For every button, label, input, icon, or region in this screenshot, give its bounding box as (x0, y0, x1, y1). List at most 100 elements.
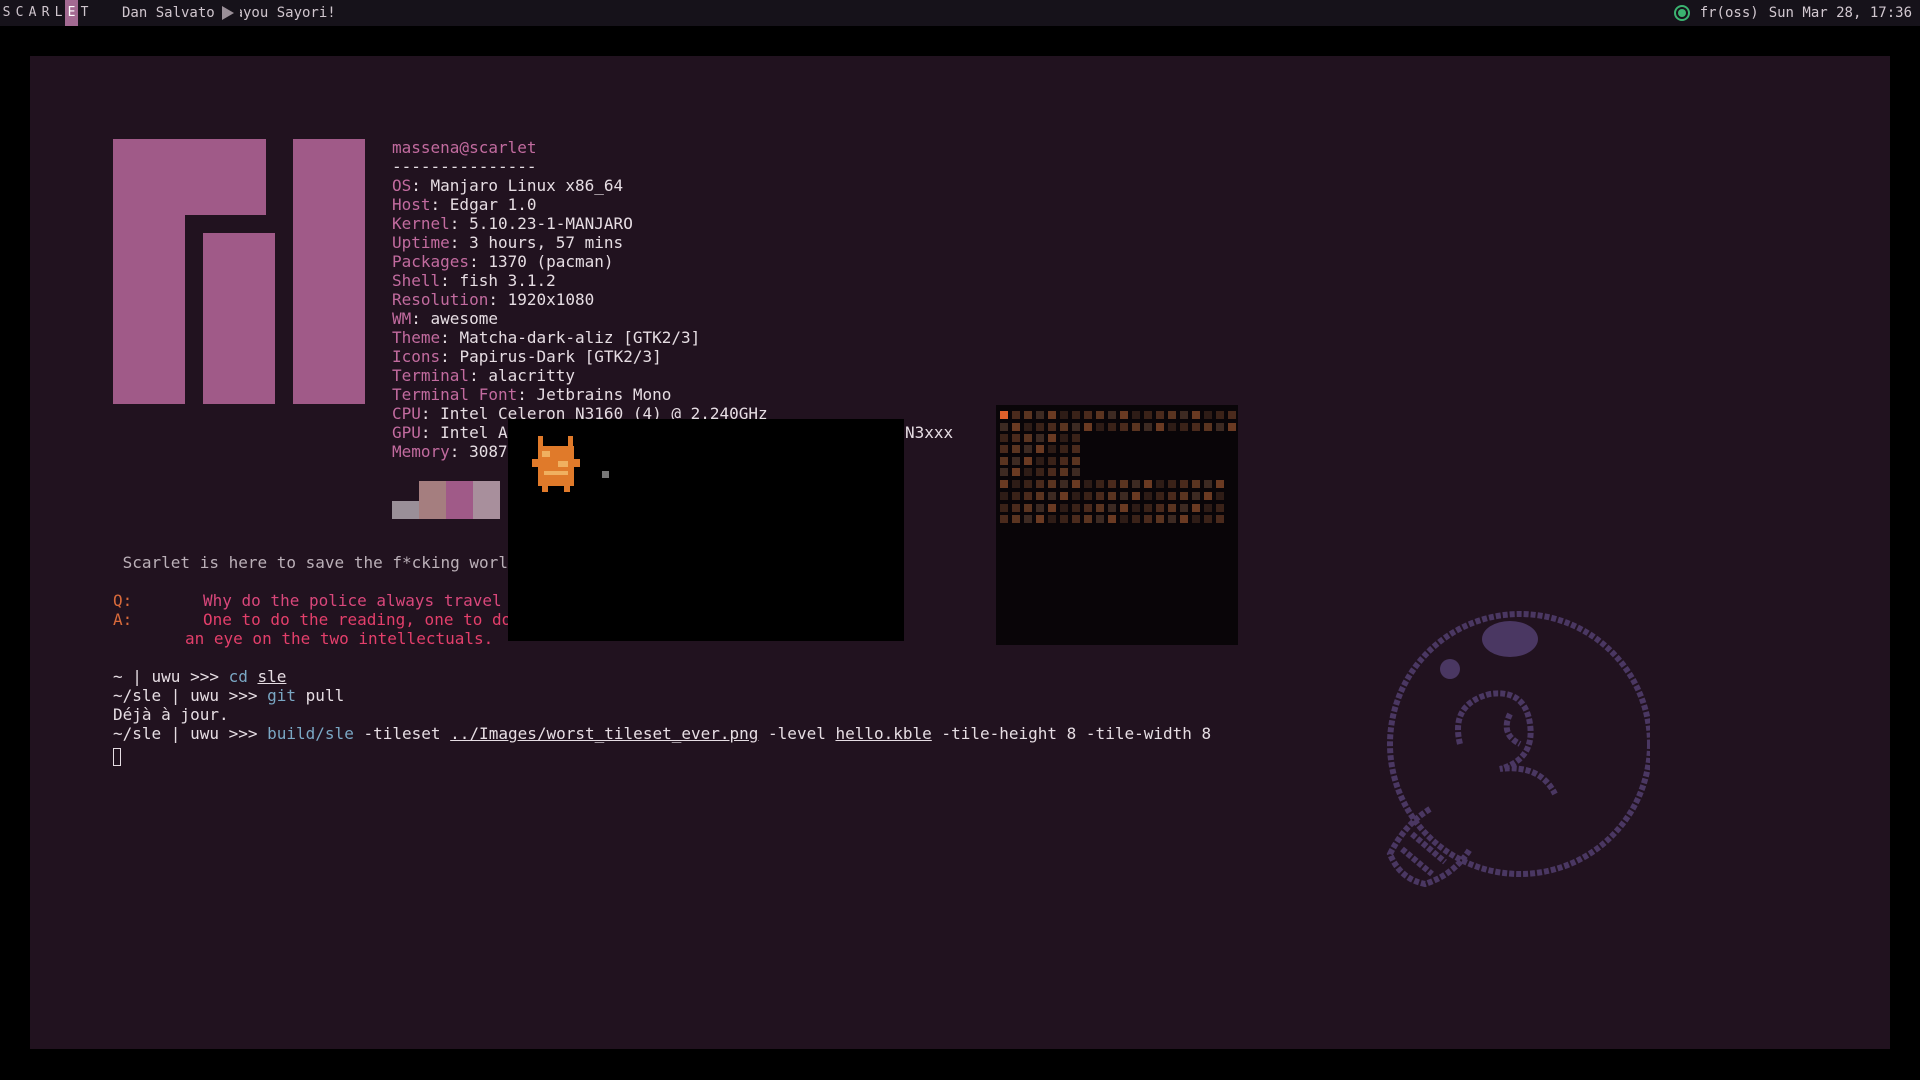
tile[interactable] (1012, 504, 1020, 512)
tile[interactable] (1012, 423, 1020, 431)
tile[interactable] (1132, 504, 1140, 512)
tile[interactable] (1024, 480, 1032, 488)
tile[interactable] (1024, 492, 1032, 500)
tile[interactable] (1036, 480, 1044, 488)
tile[interactable] (1048, 457, 1056, 465)
tile[interactable] (1144, 504, 1152, 512)
tile[interactable] (1192, 515, 1200, 523)
tile[interactable] (1120, 492, 1128, 500)
tile[interactable] (1180, 515, 1188, 523)
tile[interactable] (1204, 504, 1212, 512)
tile[interactable] (1024, 423, 1032, 431)
tile[interactable] (1024, 468, 1032, 476)
tile[interactable] (1120, 480, 1128, 488)
terminal-window[interactable]: massena@scarlet --------------- OS: Manj… (30, 56, 1890, 1049)
tile[interactable] (1060, 411, 1068, 419)
tile[interactable] (1144, 492, 1152, 500)
tile[interactable] (1012, 480, 1020, 488)
tile[interactable] (1036, 434, 1044, 442)
tileset-viewer-window[interactable] (996, 405, 1248, 645)
tile[interactable] (1144, 423, 1152, 431)
tile[interactable] (1192, 504, 1200, 512)
tile[interactable] (1060, 434, 1068, 442)
tile[interactable] (1180, 480, 1188, 488)
tile[interactable] (1180, 492, 1188, 500)
tile[interactable] (1012, 445, 1020, 453)
tile[interactable] (1084, 423, 1092, 431)
tile[interactable] (1000, 445, 1008, 453)
tile[interactable] (1048, 468, 1056, 476)
tile[interactable] (1120, 515, 1128, 523)
tile[interactable] (1036, 411, 1044, 419)
tile[interactable] (1192, 480, 1200, 488)
tile[interactable] (1156, 423, 1164, 431)
tile[interactable] (1156, 411, 1164, 419)
tile[interactable] (1072, 457, 1080, 465)
tile[interactable] (1132, 480, 1140, 488)
tag-3[interactable]: A (26, 0, 39, 26)
tile[interactable] (1084, 411, 1092, 419)
tile[interactable] (1048, 480, 1056, 488)
tile[interactable] (1192, 423, 1200, 431)
tile[interactable] (1120, 504, 1128, 512)
tile[interactable] (1072, 492, 1080, 500)
network-connected-icon[interactable] (1673, 5, 1690, 21)
tile[interactable] (1072, 445, 1080, 453)
tile[interactable] (1096, 504, 1104, 512)
tile[interactable] (1048, 504, 1056, 512)
tile[interactable] (1096, 423, 1104, 431)
tile[interactable] (1132, 515, 1140, 523)
tile[interactable] (1132, 411, 1140, 419)
tile[interactable] (1000, 411, 1008, 419)
tile[interactable] (1108, 515, 1116, 523)
tile[interactable] (1060, 423, 1068, 431)
tile[interactable] (1048, 434, 1056, 442)
tile[interactable] (1168, 492, 1176, 500)
tile[interactable] (1060, 468, 1068, 476)
keyboard-layout[interactable]: fr(oss) (1700, 0, 1759, 26)
tile[interactable] (1084, 515, 1092, 523)
tile[interactable] (1012, 457, 1020, 465)
tile[interactable] (1060, 492, 1068, 500)
tag-5[interactable]: L (52, 0, 65, 26)
tile[interactable] (1216, 504, 1224, 512)
tag-2[interactable]: C (13, 0, 26, 26)
tile[interactable] (1000, 504, 1008, 512)
tile[interactable] (1144, 411, 1152, 419)
tile[interactable] (1024, 515, 1032, 523)
tile[interactable] (1072, 504, 1080, 512)
tile[interactable] (1036, 515, 1044, 523)
tile[interactable] (1072, 515, 1080, 523)
tile[interactable] (1036, 445, 1044, 453)
tag-6-active[interactable]: E (65, 0, 78, 26)
tile[interactable] (1108, 480, 1116, 488)
tile[interactable] (1168, 423, 1176, 431)
tile[interactable] (1000, 515, 1008, 523)
tile[interactable] (1168, 411, 1176, 419)
tile[interactable] (1204, 423, 1212, 431)
tile[interactable] (1036, 457, 1044, 465)
tile[interactable] (1096, 411, 1104, 419)
tile[interactable] (1012, 434, 1020, 442)
tile[interactable] (1084, 492, 1092, 500)
tile[interactable] (1144, 480, 1152, 488)
tile[interactable] (1120, 411, 1128, 419)
tile[interactable] (1060, 504, 1068, 512)
tile[interactable] (1156, 515, 1164, 523)
tile[interactable] (1204, 411, 1212, 419)
tile[interactable] (1156, 480, 1164, 488)
tile[interactable] (1180, 423, 1188, 431)
tile[interactable] (1060, 480, 1068, 488)
tile[interactable] (1228, 423, 1236, 431)
tile[interactable] (1144, 515, 1152, 523)
tile[interactable] (1012, 411, 1020, 419)
tile[interactable] (1072, 468, 1080, 476)
tile[interactable] (1180, 504, 1188, 512)
tile[interactable] (1024, 445, 1032, 453)
tile[interactable] (1036, 504, 1044, 512)
tag-7[interactable]: T (78, 0, 91, 26)
tile[interactable] (1204, 515, 1212, 523)
tile[interactable] (1048, 515, 1056, 523)
tile[interactable] (1072, 434, 1080, 442)
tile[interactable] (1216, 411, 1224, 419)
